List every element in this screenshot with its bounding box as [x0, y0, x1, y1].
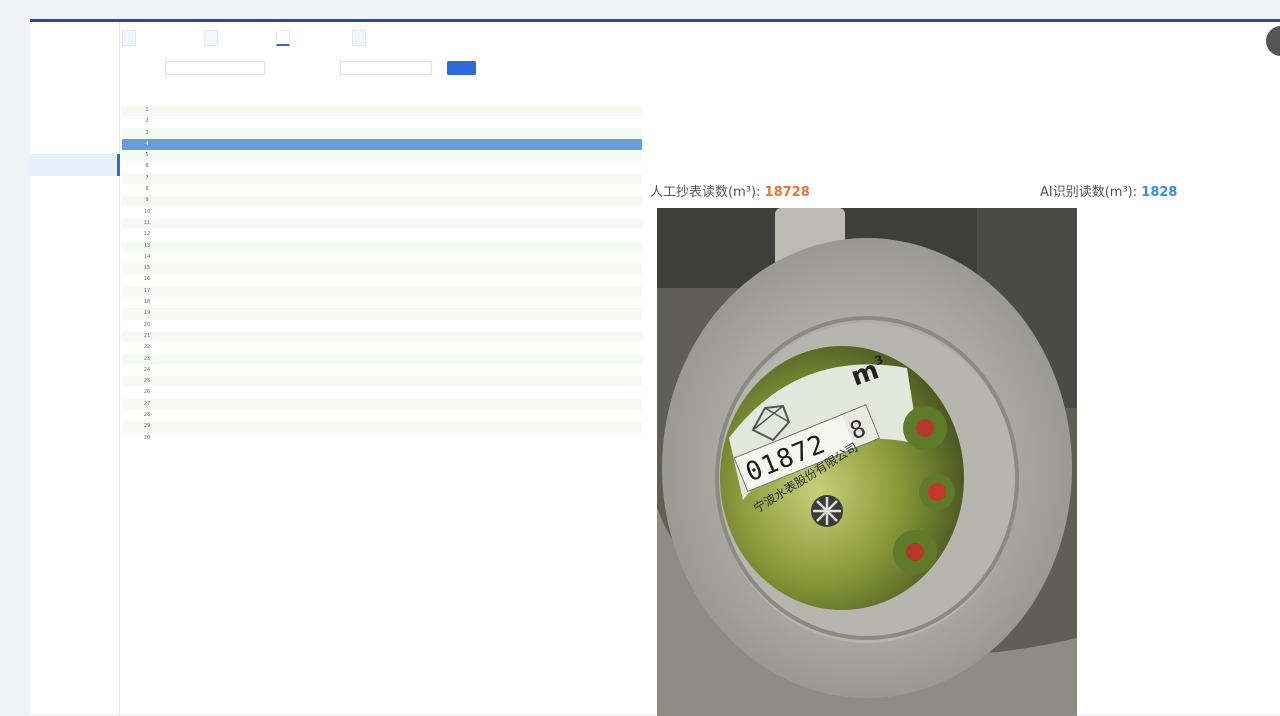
table-cell: 7	[145, 174, 149, 181]
table-cell: 29	[143, 423, 151, 430]
table-row[interactable]: 27	[122, 398, 642, 411]
sidebar-item-1[interactable]	[35, 28, 119, 50]
table-cell: 15	[143, 265, 151, 272]
table-cell: 16	[143, 276, 151, 283]
table-cell: 17	[143, 287, 151, 294]
sidebar-item-11[interactable]	[35, 320, 119, 342]
table-cell: 14	[143, 253, 151, 260]
manual-reading-value: 18728	[764, 185, 810, 200]
table-row[interactable]: 21	[122, 330, 642, 343]
table-cell: 11	[143, 219, 151, 226]
table-cell: 30	[143, 434, 151, 441]
meter-photo-image: m3 01872 8 宁波水表股份有限公司	[657, 208, 1077, 716]
table-cell: 24	[143, 366, 151, 373]
table-row[interactable]: 30	[122, 433, 642, 444]
table-row[interactable]: 16	[122, 274, 642, 285]
table-row[interactable]: 2	[122, 116, 642, 127]
sidebar-item-15[interactable]	[35, 432, 119, 454]
table-row[interactable]: 24	[122, 365, 642, 376]
table-row[interactable]: 8	[122, 184, 642, 195]
month-label	[122, 61, 164, 75]
table-row[interactable]: 29	[122, 421, 642, 433]
table-cell: 25	[143, 378, 151, 385]
table-cell: 20	[143, 321, 151, 328]
manual-reading: 人工抄表读数(m³): 18728	[650, 181, 810, 200]
meter-photo[interactable]: m3 01872 8 宁波水表股份有限公司	[657, 208, 1077, 716]
table-row[interactable]: 15	[122, 263, 642, 275]
ai-reading-value: 1828	[1141, 185, 1178, 200]
ai-reading-label: AI识别读数(m³):	[1040, 185, 1138, 200]
table-row[interactable]: 14	[122, 252, 642, 263]
tab-4[interactable]	[352, 30, 366, 46]
table-row[interactable]: 3	[122, 127, 642, 139]
table-cell: 22	[143, 344, 151, 351]
tab-2[interactable]	[204, 30, 218, 46]
table-cell: 6	[145, 163, 149, 170]
table-row[interactable]: 9	[122, 195, 642, 207]
table-cell: 3	[145, 129, 149, 136]
table-cell: 26	[143, 389, 151, 396]
table-row[interactable]: 26	[122, 387, 642, 398]
table-cell: 23	[143, 355, 151, 362]
table-row[interactable]: 23	[122, 353, 642, 365]
sidebar-item-3[interactable]	[35, 90, 119, 112]
table-cell: 21	[143, 332, 151, 339]
sidebar-item-4[interactable]	[35, 122, 119, 144]
table-row[interactable]: 18	[122, 297, 642, 308]
table-header	[122, 93, 642, 105]
customer-table: 1 2 3 4 5 6 7 8 9 10 11 12 13 14 15 16 17 18 19 20 21 22 23 24 2…	[122, 93, 642, 444]
manual-reading-label: 人工抄表读数(m³):	[650, 185, 761, 200]
tab-1[interactable]	[122, 30, 136, 46]
status-label	[298, 61, 338, 75]
sidebar-item-12[interactable]	[35, 347, 119, 369]
ai-reading: AI识别读数(m³): 1828	[1040, 181, 1177, 200]
table-row[interactable]: 17	[122, 285, 642, 298]
table-row[interactable]: 6	[122, 161, 642, 172]
table-row[interactable]: 7	[122, 172, 642, 185]
table-row[interactable]: 12	[122, 229, 642, 240]
month-picker[interactable]	[165, 61, 265, 75]
sidebar-item-10[interactable]	[35, 292, 119, 314]
table-row[interactable]: 5	[122, 150, 642, 162]
table-row[interactable]: 22	[122, 342, 642, 353]
table-row[interactable]: 11	[122, 217, 642, 230]
table-cell: 1	[145, 107, 149, 113]
table-row[interactable]: 13	[122, 240, 642, 252]
table-cell: 10	[143, 208, 151, 215]
tab-3[interactable]	[276, 30, 290, 46]
table-row[interactable]: 4	[122, 138, 642, 151]
sidebar-item-8[interactable]	[35, 237, 119, 259]
status-select[interactable]	[340, 61, 432, 75]
table-cell: 9	[145, 197, 149, 204]
table-cell: 4	[145, 140, 149, 147]
sidebar-item-2[interactable]	[35, 59, 119, 81]
sidebar	[30, 22, 120, 714]
table-row[interactable]: 28	[122, 410, 642, 421]
table-cell: 27	[143, 400, 151, 407]
table-cell: 8	[145, 186, 149, 193]
table-cell: 5	[145, 152, 149, 159]
sidebar-item-7[interactable]	[35, 210, 119, 232]
table-cell: 2	[145, 118, 149, 125]
table-row[interactable]: 1	[122, 105, 642, 117]
sidebar-item-5[interactable]	[30, 154, 120, 176]
app-frame: 1 2 3 4 5 6 7 8 9 10 11 12 13 14 15 16 17 18 19 20 21 22 23 24 2…	[30, 19, 1280, 716]
table-row[interactable]: 10	[122, 207, 642, 218]
table-cell: 13	[143, 242, 151, 249]
sidebar-item-13[interactable]	[35, 375, 119, 397]
table-cell: 19	[143, 310, 151, 317]
sidebar-item-9[interactable]	[35, 264, 119, 286]
table-row[interactable]: 19	[122, 308, 642, 320]
table-cell: 12	[143, 231, 151, 238]
user-avatar-icon[interactable]	[1266, 26, 1280, 56]
sidebar-item-14[interactable]	[35, 402, 119, 424]
table-cell: 18	[143, 299, 151, 306]
table-row[interactable]: 25	[122, 376, 642, 388]
sidebar-item-6[interactable]	[35, 182, 119, 204]
search-button[interactable]	[447, 61, 476, 75]
table-row[interactable]: 20	[122, 320, 642, 331]
table-cell: 28	[143, 412, 151, 419]
